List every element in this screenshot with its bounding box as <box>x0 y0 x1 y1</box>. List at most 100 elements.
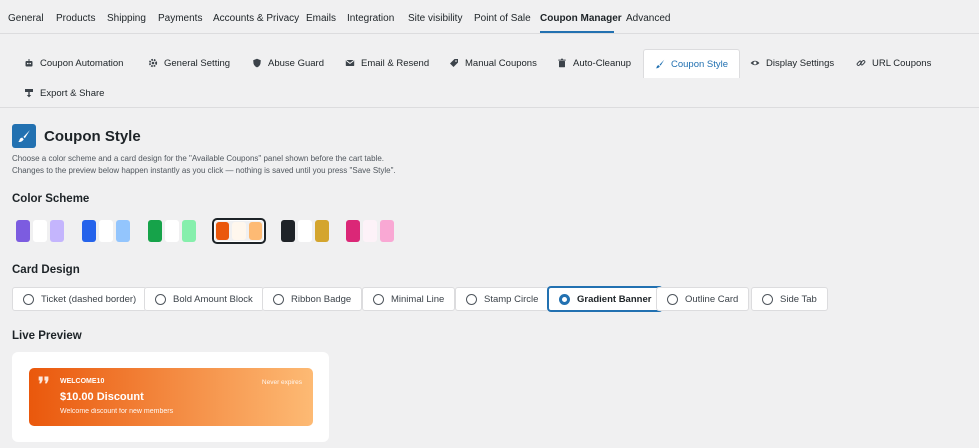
radio-circle <box>762 293 773 305</box>
tab-advanced[interactable]: Advanced <box>626 13 670 24</box>
tab-integration[interactable]: Integration <box>347 13 394 24</box>
subtab-coupon-automation[interactable]: Coupon Automation <box>24 50 123 76</box>
design-option-label: Ticket (dashed border) <box>41 293 137 305</box>
design-option-label: Stamp Circle <box>484 293 539 305</box>
brush-icon <box>12 124 36 148</box>
tag-icon <box>450 59 458 67</box>
color-chip <box>363 220 377 242</box>
subtab-label: General Setting <box>164 57 231 69</box>
subtab-export-share[interactable]: Export & Share <box>24 80 104 106</box>
color-chip <box>33 220 47 242</box>
design-option-ticket[interactable]: Ticket (dashed border) <box>12 287 148 311</box>
color-chip <box>216 222 230 240</box>
color-chip <box>82 220 96 242</box>
design-option-label: Gradient Banner <box>577 293 652 305</box>
ticket-icon: ❜❜ <box>38 374 50 394</box>
design-option-ribbon-badge[interactable]: Ribbon Badge <box>262 287 363 311</box>
color-chip <box>232 222 246 240</box>
subtab-url-coupons[interactable]: URL Coupons <box>856 50 931 76</box>
live-preview-heading: Live Preview <box>12 330 82 342</box>
tab-accounts-privacy[interactable]: Accounts & Privacy <box>213 13 299 24</box>
coupon-expiry: Never expires <box>261 379 302 386</box>
envelope-icon <box>345 60 355 66</box>
design-option-outline-card[interactable]: Outline Card <box>656 287 750 311</box>
subtab-label: URL Coupons <box>872 57 932 69</box>
subtab-display-settings[interactable]: Display Settings <box>750 50 834 76</box>
page-description-note: Changes to the preview below happen inst… <box>12 166 396 175</box>
subtab-abuse-guard[interactable]: Abuse Guard <box>252 50 324 76</box>
subtab-email-resend[interactable]: Email & Resend <box>345 50 429 76</box>
tab-point-of-sale[interactable]: Point of Sale <box>474 13 531 24</box>
design-option-label: Minimal Line <box>391 293 445 305</box>
tab-emails[interactable]: Emails <box>306 13 336 24</box>
subtab-label: Export & Share <box>40 87 105 99</box>
radio-circle <box>273 293 284 305</box>
color-chip <box>346 220 360 242</box>
subtab-label: Email & Resend <box>361 57 430 69</box>
color-scheme-option[interactable] <box>343 218 397 244</box>
design-option-label: Bold Amount Block <box>173 293 253 305</box>
tab-products[interactable]: Products <box>56 13 95 24</box>
color-chip <box>16 220 30 242</box>
radio-circle <box>23 293 34 305</box>
brush-icon <box>655 59 665 69</box>
color-scheme-option[interactable] <box>278 218 332 244</box>
divider <box>0 107 979 108</box>
trash-icon <box>558 58 566 68</box>
tab-shipping[interactable]: Shipping <box>107 13 146 24</box>
subtab-general-setting[interactable]: General Setting <box>148 50 230 76</box>
subtab-coupon-style[interactable]: Coupon Style <box>643 49 741 78</box>
page-title: Coupon Style <box>44 128 141 145</box>
shield-icon <box>253 58 261 68</box>
color-chip <box>281 220 295 242</box>
tab-general[interactable]: General <box>8 13 44 24</box>
tab-payments[interactable]: Payments <box>158 13 202 24</box>
design-option-stamp-circle[interactable]: Stamp Circle <box>455 287 550 311</box>
subtab-label: Coupon Automation <box>40 57 124 69</box>
radio-circle <box>466 293 477 305</box>
color-scheme-option[interactable] <box>13 218 67 244</box>
coupon-amount: $10.00 Discount <box>60 391 144 403</box>
design-option-label: Side Tab <box>780 293 817 305</box>
radio-circle <box>373 293 384 305</box>
color-scheme-heading: Color Scheme <box>12 193 90 205</box>
coupon-code: WELCOME10 <box>60 378 105 385</box>
color-chip <box>298 220 312 242</box>
color-chip <box>248 222 262 240</box>
design-option-gradient-banner[interactable]: Gradient Banner <box>548 287 663 311</box>
link-icon <box>856 60 866 66</box>
color-chip <box>182 220 196 242</box>
color-scheme-option[interactable] <box>212 218 266 244</box>
subtab-label: Coupon Style <box>671 58 729 70</box>
eye-icon <box>750 60 760 66</box>
page-description: Choose a color scheme and a card design … <box>12 154 384 163</box>
design-option-bold-amount-block[interactable]: Bold Amount Block <box>144 287 264 311</box>
subtab-label: Display Settings <box>766 57 835 69</box>
color-chip <box>315 220 329 242</box>
robot-icon <box>25 59 33 67</box>
coupon-description: Welcome discount for new members <box>60 408 174 415</box>
subtab-auto-cleanup[interactable]: Auto-Cleanup <box>557 50 631 76</box>
design-option-label: Outline Card <box>685 293 739 305</box>
coupon-card-preview: ❜❜ WELCOME10 Never expires $10.00 Discou… <box>29 368 313 426</box>
export-icon <box>25 89 33 98</box>
subtab-label: Auto-Cleanup <box>573 57 632 69</box>
tab-coupon-manager[interactable]: Coupon Manager <box>540 13 622 24</box>
subtab-label: Manual Coupons <box>465 57 537 69</box>
design-option-side-tab[interactable]: Side Tab <box>751 287 828 311</box>
color-scheme-option[interactable] <box>79 218 133 244</box>
radio-circle <box>667 293 678 305</box>
settings-tab-bar: General Products Shipping Payments Accou… <box>0 0 979 34</box>
subtab-manual-coupons[interactable]: Manual Coupons <box>449 50 537 76</box>
gear-icon <box>148 58 158 68</box>
color-chip <box>99 220 113 242</box>
color-chip <box>116 220 130 242</box>
tab-site-visibility[interactable]: Site visibility <box>408 13 462 24</box>
color-scheme-option[interactable] <box>145 218 199 244</box>
design-option-label: Ribbon Badge <box>291 293 352 305</box>
design-option-minimal-line[interactable]: Minimal Line <box>362 287 456 311</box>
subtab-label: Abuse Guard <box>268 57 324 69</box>
color-chip <box>148 220 162 242</box>
color-chip <box>380 220 394 242</box>
divider <box>0 33 979 34</box>
